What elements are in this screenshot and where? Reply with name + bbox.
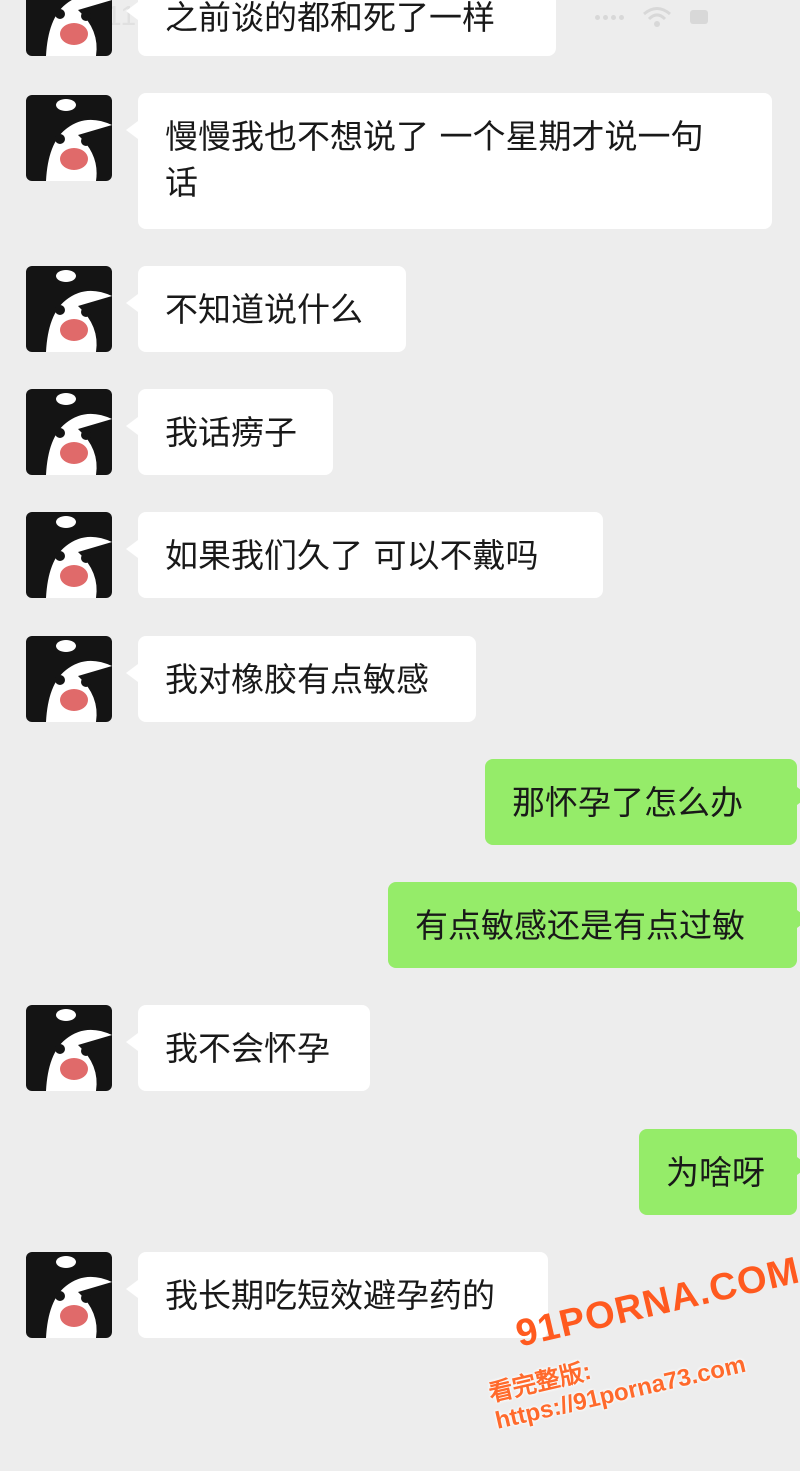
contact-avatar-icon[interactable] xyxy=(26,0,112,56)
message-bubble-incoming[interactable]: 慢慢我也不想说了 一个星期才说一句 话 xyxy=(126,93,772,229)
contact-avatar-icon[interactable] xyxy=(26,1252,112,1338)
message-bubble-outgoing[interactable]: 那怀孕了怎么办 xyxy=(485,759,800,845)
wifi-icon xyxy=(643,7,671,27)
battery-icon xyxy=(690,10,708,24)
message-bubble-incoming[interactable]: 之前谈的都和死了一样 xyxy=(126,0,556,56)
message-bubble-incoming[interactable]: 不知道说什么 xyxy=(126,266,406,352)
contact-avatar-icon[interactable] xyxy=(26,636,112,722)
message-bubble-incoming[interactable]: 我对橡胶有点敏感 xyxy=(126,636,476,722)
message-bubble-outgoing[interactable]: 有点敏感还是有点过敏 xyxy=(388,882,800,968)
contact-avatar-icon[interactable] xyxy=(26,512,112,598)
contact-avatar-icon[interactable] xyxy=(26,389,112,475)
contact-avatar-icon[interactable] xyxy=(26,1005,112,1091)
signal-icon xyxy=(595,14,624,20)
contact-avatar-icon[interactable] xyxy=(26,266,112,352)
message-bubble-incoming[interactable]: 如果我们久了 可以不戴吗 xyxy=(126,512,603,598)
contact-avatar-icon[interactable] xyxy=(26,95,112,181)
status-icons xyxy=(595,6,708,28)
message-bubble-incoming[interactable]: 我不会怀孕 xyxy=(126,1005,370,1091)
message-bubble-incoming[interactable]: 我话痨子 xyxy=(126,389,333,475)
message-bubble-outgoing[interactable]: 为啥呀 xyxy=(639,1129,800,1215)
